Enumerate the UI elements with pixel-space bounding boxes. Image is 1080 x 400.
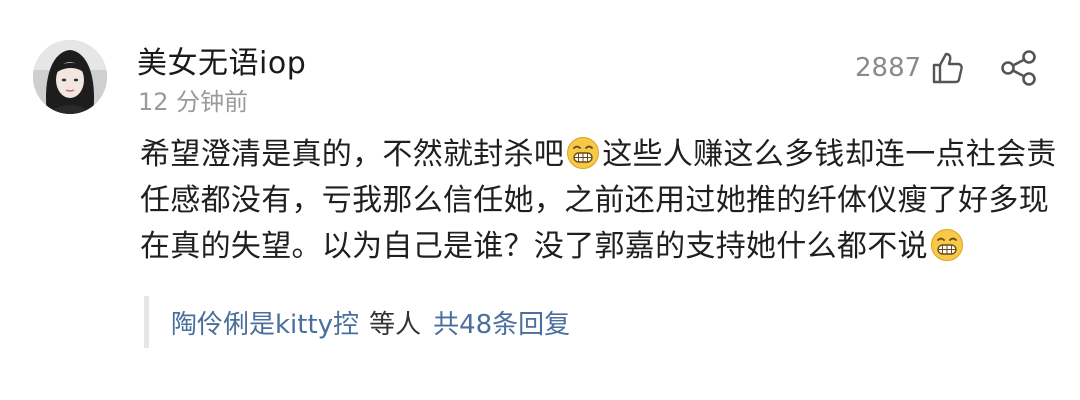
comment-timestamp: 12 分钟前 xyxy=(138,88,249,116)
like-count: 2887 xyxy=(855,53,922,83)
comment-body: 希望澄清是真的，不然就封杀吧 这些人赚这么多钱却连一点社会责 任感都没有，亏我那… xyxy=(140,132,1057,270)
reply-count-link[interactable]: 共48条回复 xyxy=(433,304,570,341)
comment-line-2: 任感都没有，亏我那么信任她，之前还用过她推的纤体仪瘦了好多现 xyxy=(140,183,1049,218)
comment-text-segment: 在真的失望。以为自己是谁？没了郭嘉的支持她什么都不说 xyxy=(140,229,928,264)
like-button[interactable]: 2887 xyxy=(855,50,963,86)
grinning-face-emoji xyxy=(567,137,600,169)
comment-text-segment: 这些人赚这么多钱却连一点社会责 xyxy=(602,137,1057,172)
avatar[interactable] xyxy=(33,40,107,114)
comment-card: 美女无语iop 12 分钟前 2887 希望澄清是真的，不然就封杀吧 这些人赚这… xyxy=(0,0,1080,400)
comment-text-segment: 希望澄清是真的，不然就封杀吧 xyxy=(140,137,565,172)
grinning-face-emoji xyxy=(930,229,963,261)
comment-author[interactable]: 美女无语iop xyxy=(137,44,306,84)
comment-line-3: 在真的失望。以为自己是谁？没了郭嘉的支持她什么都不说 xyxy=(140,224,1055,270)
avatar-image xyxy=(33,40,107,114)
reply-user-names[interactable]: 陶伶俐是kitty控 xyxy=(171,304,359,341)
share-icon[interactable] xyxy=(1000,50,1038,86)
comment-line-1: 希望澄清是真的，不然就封杀吧 这些人赚这么多钱却连一点社会责 xyxy=(140,132,1057,178)
reply-summary[interactable]: 陶伶俐是kitty控 等人 共48条回复 xyxy=(144,296,1034,348)
thumbs-up-icon[interactable] xyxy=(931,51,963,85)
reply-etc-label: 等人 xyxy=(369,309,422,340)
